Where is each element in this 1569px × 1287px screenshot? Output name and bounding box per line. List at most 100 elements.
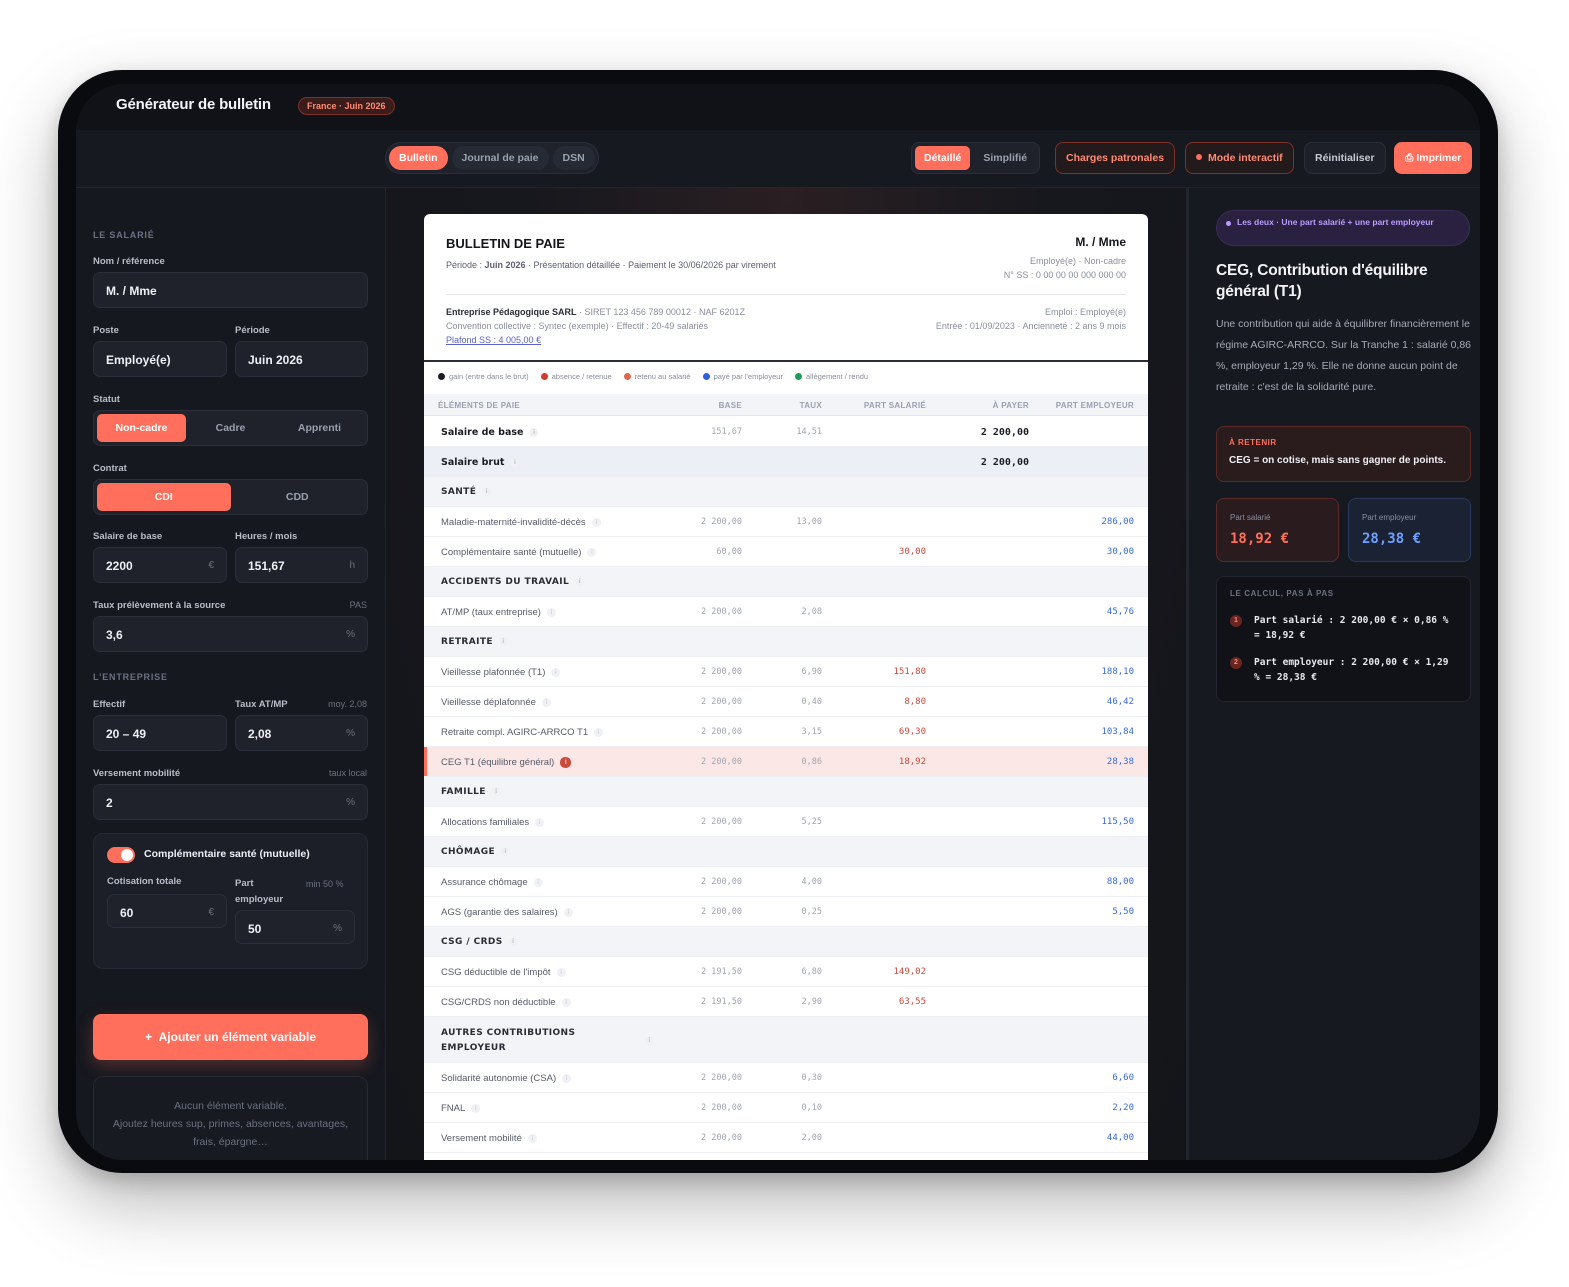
statut-non-cadre[interactable]: Non-cadre [97, 414, 186, 442]
tab-journal[interactable]: Journal de paie [451, 146, 549, 170]
contrat-cdi[interactable]: CDI [97, 483, 231, 511]
mobilite-value: 2 [106, 796, 113, 810]
mobilite-hint: taux local [328, 768, 367, 778]
info-icon[interactable]: i [563, 908, 573, 917]
periode-label: Période [235, 325, 270, 336]
table-row[interactable]: Allocations familiales i 2 200,00 5,25 115,5… [424, 807, 1148, 837]
tab-bulletin[interactable]: Bulletin [389, 146, 448, 170]
row-name-text: Salaire de base [441, 427, 524, 438]
part-employeur-input[interactable]: 50 % [235, 910, 355, 944]
company-line: Entreprise Pédagogique SARL · SIRET 123 … [446, 307, 745, 317]
plafond-link[interactable]: Plafond SS : 4 005,00 € [446, 335, 541, 345]
contrat-cdd[interactable]: CDD [231, 483, 365, 511]
info-icon[interactable]: i [471, 1104, 481, 1113]
table-row[interactable]: Vieillesse déplafonnée i 2 200,00 0,40 8,80 4… [424, 687, 1148, 717]
table-row[interactable]: Retraite compl. AGIRC-ARRCO T1 i 2 200,00 3… [424, 717, 1148, 747]
table-row[interactable]: Vieillesse plafonnée (T1) i 2 200,00 6,90 15… [424, 657, 1148, 687]
row-taux: 3,15 [801, 727, 822, 737]
legend-swatch [702, 373, 710, 380]
effectif-select[interactable]: 20 – 49 [93, 715, 227, 751]
info-icon[interactable]: i [501, 847, 511, 856]
emploi-line: Emploi : Employé(e) [1044, 307, 1126, 317]
mode-simplifie[interactable]: Simplifié [974, 146, 1036, 170]
legend-item: allègement / rendu [794, 372, 868, 381]
table-row[interactable]: AGS (garantie des salaires) i 2 200,00 0,25… [424, 897, 1148, 927]
part-employeur-card: Part employeur 28,38 € [1348, 498, 1471, 562]
info-icon[interactable]: i [645, 1036, 654, 1045]
row-name: Vieillesse déplafonnée i [441, 697, 551, 708]
info-icon[interactable]: i [527, 1134, 537, 1143]
table-row[interactable]: CSG déductible de l'impôt i 2 191,50 6,80 14… [424, 957, 1148, 987]
interactive-mode-label: Mode interactif [1208, 152, 1283, 164]
info-icon[interactable]: i [498, 637, 508, 646]
table-row[interactable]: Versement mobilité i 2 200,00 2,00 44,00 [424, 1123, 1148, 1153]
row-name-text: CSG déductible de l'impôt [441, 967, 551, 978]
info-icon[interactable]: i [551, 668, 561, 677]
row-part-salarie: 8,80 [904, 697, 926, 707]
nom-label: Nom / référence [93, 256, 165, 267]
atmp-input[interactable]: 2,08 % [235, 715, 368, 751]
step-number: 1 [1230, 615, 1242, 627]
table-row[interactable]: Solidarité autonomie (CSA) i 2 200,00 0,30 6… [424, 1063, 1148, 1093]
table-row[interactable]: Maladie-maternité-invalidité-décès i 2 200… [424, 507, 1148, 537]
header-part-employeur: PART EMPLOYEUR [1055, 401, 1134, 410]
effectif-label: Effectif [93, 699, 126, 710]
info-icon[interactable]: i [575, 577, 585, 586]
row-name: Maladie-maternité-invalidité-décès i [441, 517, 601, 528]
row-base: 2 200,00 [701, 1073, 742, 1083]
poste-input[interactable]: Employé(e) [93, 341, 227, 377]
info-icon[interactable]: i [508, 937, 518, 946]
info-icon[interactable]: i [491, 787, 501, 796]
table-row[interactable]: CSG/CRDS non déductible i 2 191,50 2,90 63,5… [424, 987, 1148, 1017]
info-icon[interactable]: i [561, 998, 571, 1007]
info-icon[interactable]: i [546, 608, 556, 617]
heures-value: 151,67 [248, 559, 285, 573]
table-row[interactable]: Assurance chômage i 2 200,00 4,00 88,00 [424, 867, 1148, 897]
row-base: 2 191,50 [701, 997, 742, 1007]
info-icon[interactable]: i [556, 968, 566, 977]
info-icon[interactable]: i [482, 487, 492, 496]
print-button[interactable]: ⎙ Imprimer [1394, 142, 1473, 174]
info-icon[interactable]: i [529, 428, 539, 437]
info-icon[interactable]: i [587, 548, 597, 557]
info-icon[interactable]: i [591, 518, 601, 527]
interactive-mode-button[interactable]: Mode interactif [1185, 142, 1294, 174]
euro-unit: € [208, 907, 214, 918]
salaire-input[interactable]: 2200 € [93, 547, 227, 583]
table-row[interactable]: Complémentaire santé (mutuelle) i 60,00 30,… [424, 537, 1148, 567]
tab-dsn[interactable]: DSN [552, 146, 595, 170]
charges-patronales-button[interactable]: Charges patronales [1055, 142, 1176, 174]
row-name-text: FAMILLE [441, 787, 486, 797]
add-variable-button[interactable]: + Ajouter un élément variable [93, 1014, 368, 1060]
periode-input[interactable]: Juin 2026 [235, 341, 368, 377]
cotisation-input[interactable]: 60 € [107, 894, 227, 928]
table-header: ÉLÉMENTS DE PAIE BASE TAUX PART SALARIÉ … [424, 394, 1148, 416]
row-name: CEG T1 (équilibre général) i [441, 757, 572, 768]
info-icon[interactable]: i [541, 698, 551, 707]
info-icon[interactable]: i [594, 728, 604, 737]
table-row[interactable]: Salaire brut i 2 200,00 [424, 447, 1148, 477]
row-name-text: Solidarité autonomie (CSA) [441, 1073, 557, 1084]
calculation-card: LE CALCUL, PAS À PAS 1 Part salarié : 2 … [1216, 576, 1471, 702]
statut-cadre[interactable]: Cadre [186, 414, 275, 442]
table-row[interactable]: AT/MP (taux entreprise) i 2 200,00 2,08 45,7… [424, 597, 1148, 627]
table-row[interactable]: Salaire de base i 151,67 14,51 2 200,00 [424, 417, 1148, 447]
info-icon[interactable]: i [560, 757, 572, 768]
taux-pas-input[interactable]: 3,6 % [93, 616, 368, 652]
nom-input[interactable]: M. / Mme [93, 272, 368, 308]
info-icon[interactable]: i [562, 1074, 572, 1083]
reset-button[interactable]: Réinitialiser [1304, 142, 1386, 174]
mode-detaille[interactable]: Détaillé [915, 146, 971, 170]
mobilite-input[interactable]: 2 % [93, 784, 368, 820]
atmp-hint: moy. 2,08 [328, 699, 367, 709]
heures-input[interactable]: 151,67 h [235, 547, 368, 583]
employee-status: Employé(e) · Non-cadre [1029, 256, 1126, 266]
info-icon[interactable]: i [510, 458, 520, 467]
mutuelle-toggle[interactable] [107, 847, 135, 863]
table-row[interactable]: CEG T1 (équilibre général) i 2 200,00 0,86 1… [424, 747, 1148, 777]
row-part-salarie: 63,55 [898, 997, 926, 1007]
info-icon[interactable]: i [533, 878, 543, 887]
statut-apprenti[interactable]: Apprenti [275, 414, 364, 442]
info-icon[interactable]: i [535, 818, 545, 827]
table-row[interactable]: FNAL i 2 200,00 0,10 2,20 [424, 1093, 1148, 1123]
